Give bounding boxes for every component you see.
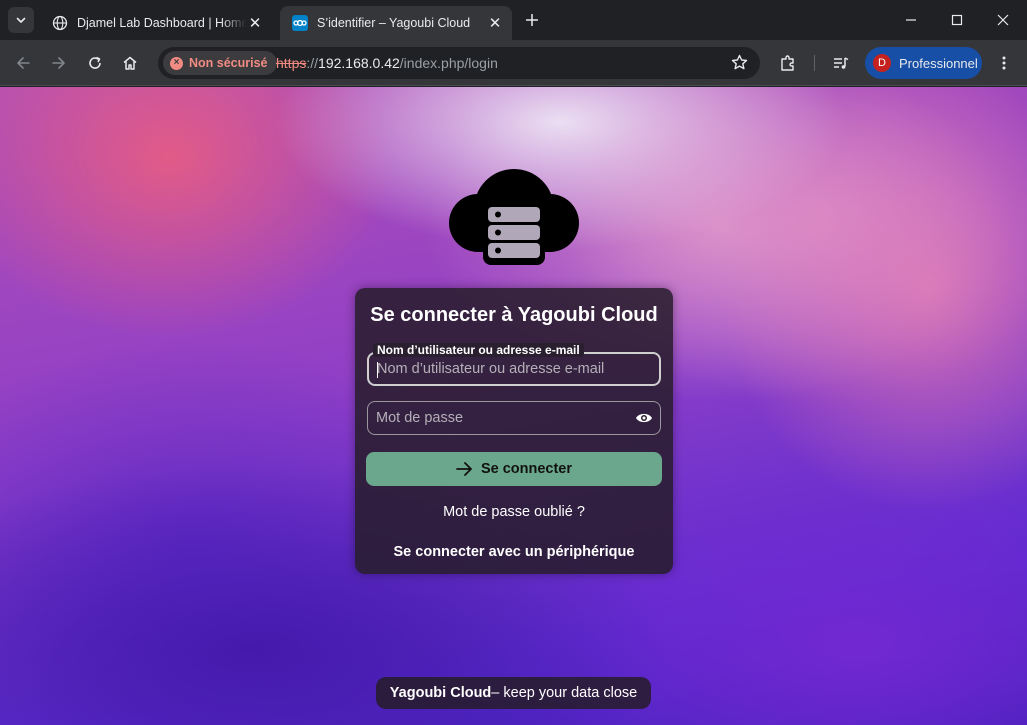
device-login-link[interactable]: Se connecter avec un périphérique	[355, 544, 673, 560]
address-bar[interactable]: × Non sécurisé https://192.168.0.42/inde…	[158, 47, 760, 79]
footer-text: – keep your data close	[491, 685, 638, 701]
url-text[interactable]: https://192.168.0.42/index.php/login	[276, 55, 498, 71]
not-secure-icon: ×	[170, 56, 183, 70]
tab-yagoubi-cloud-login[interactable]: S’identifier – Yagoubi Cloud ✕	[280, 6, 512, 40]
new-tab-button[interactable]	[520, 8, 544, 32]
forgot-password-link[interactable]: Mot de passe oublié ?	[355, 504, 673, 520]
login-submit-button[interactable]: Se connecter	[366, 452, 662, 486]
minimize-button[interactable]	[888, 0, 934, 40]
tab-search-button[interactable]	[8, 7, 34, 33]
close-icon[interactable]: ✕	[486, 14, 504, 32]
plus-icon	[526, 14, 538, 26]
cloud-server-logo-icon	[449, 169, 579, 265]
star-icon	[731, 54, 748, 70]
close-icon[interactable]: ✕	[246, 14, 264, 32]
puzzle-icon	[781, 55, 794, 71]
url-host: 192.168.0.42	[318, 55, 400, 71]
security-label: Non sécurisé	[189, 56, 268, 70]
home-button[interactable]	[116, 49, 144, 77]
extensions-button[interactable]	[774, 49, 802, 77]
minimize-icon	[906, 19, 916, 21]
page-viewport: Se connecter à Yagoubi Cloud Nom d’utili…	[0, 87, 1027, 725]
forward-button[interactable]	[45, 49, 73, 77]
tab-title: S’identifier – Yagoubi Cloud	[317, 16, 471, 30]
nextcloud-icon	[292, 15, 308, 31]
url-separator: ://	[306, 55, 319, 71]
login-title: Se connecter à Yagoubi Cloud	[370, 304, 658, 326]
login-submit-label: Se connecter	[480, 461, 573, 477]
url-scheme: https	[276, 55, 307, 71]
password-field[interactable]	[367, 401, 661, 435]
password-input[interactable]	[376, 402, 626, 434]
browser-menu-button[interactable]	[990, 49, 1018, 77]
profile-label: Professionnel	[899, 55, 978, 71]
footer-tagline: Yagoubi Cloud – keep your data close	[376, 677, 651, 709]
maximize-icon	[951, 14, 963, 26]
media-controls-button[interactable]	[827, 49, 855, 77]
username-input[interactable]	[377, 354, 627, 384]
home-icon	[123, 56, 137, 70]
tab-title: Djamel Lab Dashboard | HomeLab	[77, 16, 246, 30]
footer-brand: Yagoubi Cloud	[389, 685, 492, 701]
media-queue-icon	[834, 57, 849, 69]
more-vertical-icon	[1002, 56, 1006, 70]
globe-icon	[52, 15, 68, 31]
arrow-right-icon	[456, 462, 473, 476]
back-button[interactable]	[9, 49, 37, 77]
browser-toolbar: × Non sécurisé https://192.168.0.42/inde…	[0, 40, 1027, 86]
reload-button[interactable]	[81, 49, 109, 77]
toolbar-divider	[814, 55, 815, 71]
browser-tab-strip: Djamel Lab Dashboard | HomeLab ✕ S’ident…	[0, 0, 1027, 40]
username-field[interactable]: Nom d’utilisateur ou adresse e-mail	[367, 343, 661, 386]
reload-icon	[89, 56, 101, 69]
tab-homelab-dashboard[interactable]: Djamel Lab Dashboard | HomeLab ✕	[40, 6, 272, 40]
login-card: Se connecter à Yagoubi Cloud Nom d’utili…	[355, 288, 673, 574]
maximize-button[interactable]	[934, 0, 980, 40]
bookmark-star-button[interactable]	[731, 54, 748, 76]
profile-button[interactable]: D Professionnel	[865, 47, 982, 79]
avatar: D	[873, 54, 891, 72]
arrow-right-icon	[52, 57, 65, 69]
security-chip[interactable]: × Non sécurisé	[163, 51, 277, 75]
chevron-down-icon	[16, 17, 26, 23]
arrow-left-icon	[17, 57, 30, 69]
close-window-button[interactable]	[980, 0, 1026, 40]
close-icon	[997, 14, 1009, 26]
show-password-icon[interactable]	[634, 409, 654, 427]
url-path: /index.php/login	[399, 55, 498, 71]
